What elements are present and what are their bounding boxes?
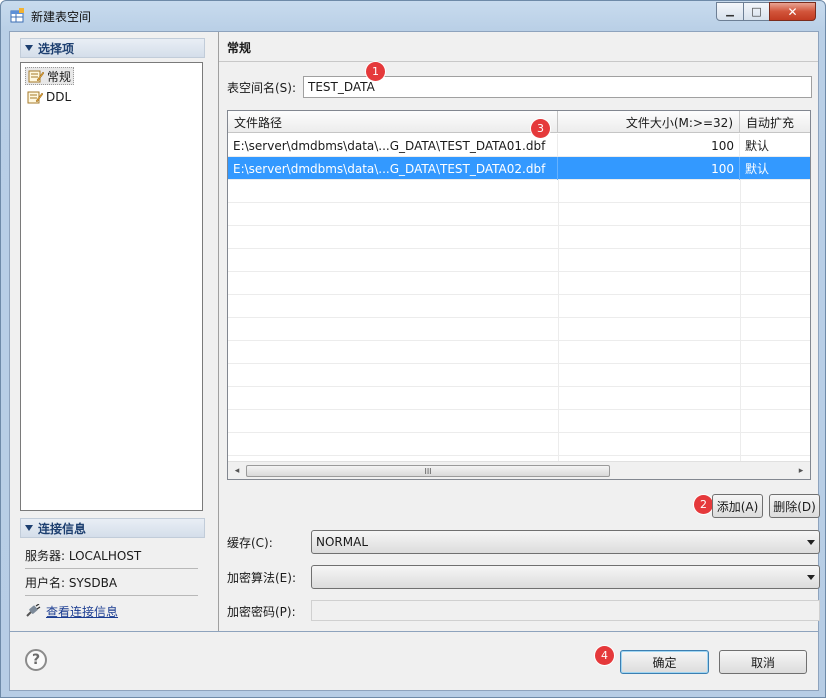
connection-header-label: 连接信息 [38,521,87,536]
close-button[interactable]: ✕ [769,2,816,21]
collapse-triangle-icon [25,525,33,531]
connection-plug-icon [26,604,41,617]
user-info: 用户名: SYSDBA [25,575,118,590]
empty-table-row [228,433,810,456]
connection-section-header[interactable]: 连接信息 [20,518,205,538]
add-button[interactable]: 添加(A) [712,494,763,518]
cell-autoextend: 默认 [740,134,810,157]
table-app-icon [10,8,24,23]
tree-item-label: DDL [46,90,72,104]
empty-table-row [228,203,810,226]
chevron-down-icon [807,575,815,580]
table-row-selected[interactable]: E:\server\dmdbms\data\...G_DATA\TEST_DAT… [228,157,810,180]
scroll-right-icon[interactable]: ▸ [794,464,808,478]
cell-path: E:\server\dmdbms\data\...G_DATA\TEST_DAT… [228,134,558,157]
encrypt-algorithm-label: 加密算法(E): [227,570,296,585]
empty-table-row [228,295,810,318]
column-header-autoextend[interactable]: 自动扩充 [740,111,810,133]
dialog-window: 新建表空间 ▁ □ ✕ 选择项 常规 DDL 连接信息 服务器: LOCALHO… [0,0,826,698]
title-bar[interactable]: 新建表空间 ▁ □ ✕ [1,1,825,31]
empty-table-row [228,318,810,341]
encrypt-algorithm-select[interactable] [311,565,820,589]
left-panel: 选择项 常规 DDL 连接信息 服务器: LOCALHOST 用户名: SYSD… [10,32,218,631]
dialog-footer: ? 4 确定 取消 [9,632,819,691]
divider [25,595,198,596]
scroll-left-icon[interactable]: ◂ [230,464,244,478]
thumb-grip-icon: III [424,466,432,476]
minimize-button[interactable]: ▁ [716,2,744,21]
annotation-badge-1: 1 [366,62,385,81]
view-connection-link-row[interactable]: 查看连接信息 [25,602,118,620]
cell-size: 100 [558,157,740,180]
empty-table-row [228,341,810,364]
annotation-badge-2: 2 [694,495,713,514]
help-icon[interactable]: ? [25,649,47,671]
encrypt-password-label: 加密密码(P): [227,604,296,619]
minimize-icon: ▁ [726,6,734,17]
column-line [558,180,559,462]
tree-item-general[interactable]: 常规 [25,67,75,85]
tablespace-name-value: TEST_DATA [308,80,375,94]
empty-table-row [228,272,810,295]
right-panel: 常规 表空间名(S): TEST_DATA 1 文件路径 文件大小(M:>=32… [219,32,820,631]
tree-item-ddl[interactable]: DDL [25,88,73,106]
maximize-icon: □ [751,5,762,18]
empty-table-row [228,410,810,433]
tree-item-label: 常规 [47,69,72,84]
edit-document-icon [27,91,43,104]
edit-document-icon [28,70,44,83]
annotation-badge-4: 4 [595,646,614,665]
selection-header-label: 选择项 [38,41,75,56]
empty-table-row [228,387,810,410]
empty-table-row [228,226,810,249]
delete-button[interactable]: 删除(D) [769,494,820,518]
empty-table-row [228,249,810,272]
right-panel-header: 常规 [219,32,818,62]
encrypt-password-input[interactable] [311,600,820,621]
column-line [740,180,741,462]
cell-size: 100 [558,134,740,157]
cache-label: 缓存(C): [227,535,273,550]
column-header-size[interactable]: 文件大小(M:>=32) [558,111,740,133]
tablespace-name-label: 表空间名(S): [227,80,297,95]
empty-table-row [228,180,810,203]
cell-path: E:\server\dmdbms\data\...G_DATA\TEST_DAT… [228,157,558,180]
server-info: 服务器: LOCALHOST [25,548,142,563]
view-connection-info-link[interactable]: 查看连接信息 [46,603,118,620]
datafile-table: 文件路径 文件大小(M:>=32) 自动扩充 E:\server\dmdbms\… [227,110,811,480]
selection-tree: 常规 DDL [20,62,203,511]
divider [25,568,198,569]
ok-button[interactable]: 确定 [620,650,709,674]
table-row[interactable]: E:\server\dmdbms\data\...G_DATA\TEST_DAT… [228,134,810,157]
dialog-body: 选择项 常规 DDL 连接信息 服务器: LOCALHOST 用户名: SYSD… [9,31,820,632]
close-icon: ✕ [787,4,798,19]
maximize-button[interactable]: □ [743,2,770,21]
scrollbar-thumb[interactable]: III [246,465,610,477]
collapse-triangle-icon [25,45,33,51]
annotation-badge-3: 3 [531,119,550,138]
empty-table-row [228,364,810,387]
chevron-down-icon [807,540,815,545]
page-title: 常规 [227,41,252,55]
window-title: 新建表空间 [31,10,92,24]
cache-value: NORMAL [316,535,369,549]
table-header: 文件路径 文件大小(M:>=32) 自动扩充 [228,111,810,133]
cancel-button[interactable]: 取消 [719,650,807,674]
column-header-path[interactable]: 文件路径 [228,111,558,133]
horizontal-scrollbar[interactable]: ◂ III ▸ [228,461,810,479]
selection-section-header[interactable]: 选择项 [20,38,205,58]
cache-select[interactable]: NORMAL [311,530,820,554]
cell-autoextend: 默认 [740,157,810,180]
